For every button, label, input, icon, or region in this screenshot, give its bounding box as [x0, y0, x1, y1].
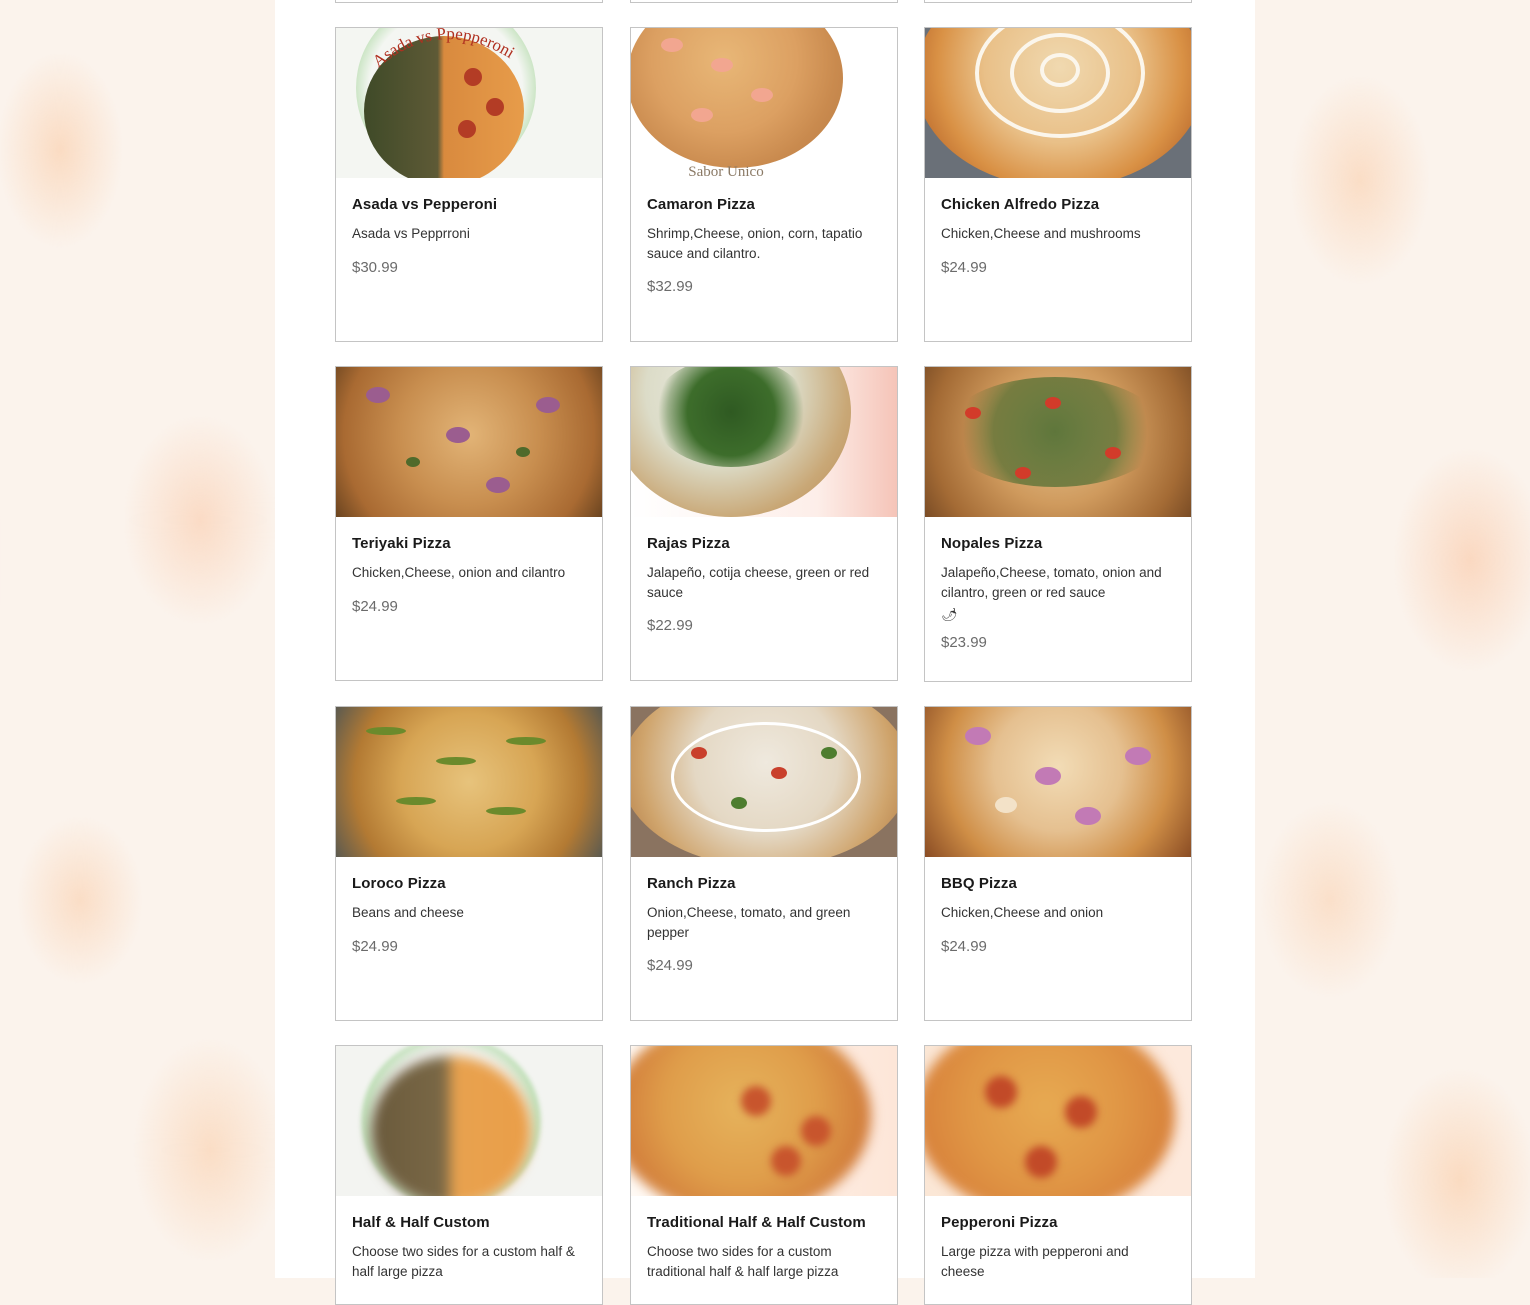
chili-pepper-icon: 🌶: [941, 607, 958, 622]
menu-item-card[interactable]: Teriyaki Pizza Chicken,Cheese, onion and…: [335, 366, 603, 681]
menu-item-image: [631, 1046, 897, 1196]
menu-item-card[interactable]: Loroco Pizza Beans and cheese $24.99: [335, 706, 603, 1021]
menu-item-image: [925, 1046, 1191, 1196]
menu-item-title: Traditional Half & Half Custom: [647, 1214, 866, 1231]
menu-item-price: $24.99: [941, 258, 987, 276]
menu-item-card[interactable]: BBQ Pizza Chicken,Cheese and onion $24.9…: [924, 706, 1192, 1021]
menu-item-description: Choose two sides for a custom traditiona…: [647, 1244, 839, 1279]
menu-item-price: $24.99: [941, 937, 987, 955]
menu-item-price: $24.99: [352, 597, 398, 615]
menu-item-title: Ranch Pizza: [647, 875, 736, 892]
menu-item-title: BBQ Pizza: [941, 875, 1017, 892]
menu-item-price: $32.99: [647, 278, 693, 295]
menu-item-card[interactable]: Pepperoni Pizza Large pizza with peppero…: [924, 1045, 1192, 1305]
image-caption-text: Sabor Unico: [688, 164, 764, 178]
menu-item-price: $23.99: [941, 634, 987, 651]
menu-item-card[interactable]: Chicken Alfredo Pizza Chicken,Cheese and…: [924, 27, 1192, 342]
menu-item-price: $22.99: [647, 617, 693, 634]
menu-item-description: Beans and cheese: [352, 905, 464, 920]
menu-item-title: Pepperoni Pizza: [941, 1214, 1058, 1231]
menu-item-image: [336, 367, 602, 517]
menu-item-card[interactable]: Sabor Unico Camaron Pizza Shrimp,Cheese,…: [630, 27, 898, 342]
menu-item-card[interactable]: Nopales Pizza Jalapeño,Cheese, tomato, o…: [924, 366, 1192, 682]
menu-item-image: [631, 707, 897, 857]
menu-item-image: [336, 707, 602, 857]
menu-item-price: $30.99: [352, 258, 398, 276]
menu-item-description: Onion,Cheese, tomato, and green pepper: [647, 905, 851, 940]
menu-item-image: [925, 707, 1191, 857]
menu-item-image: [925, 28, 1191, 178]
menu-item-card[interactable]: Half & Half Custom Choose two sides for …: [335, 1045, 603, 1305]
previous-card-edge: [630, 0, 898, 3]
menu-item-description: Choose two sides for a custom half & hal…: [352, 1244, 575, 1279]
menu-item-title: Rajas Pizza: [647, 535, 730, 552]
menu-item-price: $24.99: [352, 937, 398, 955]
menu-item-card[interactable]: Rajas Pizza Jalapeño, cotija cheese, gre…: [630, 366, 898, 681]
menu-item-description: Chicken,Cheese, onion and cilantro: [352, 565, 566, 580]
menu-item-image: Sabor Unico: [631, 28, 897, 178]
menu-item-title: Asada vs Pepperoni: [352, 196, 498, 213]
menu-item-title: Nopales Pizza: [941, 535, 1043, 552]
menu-item-description: Chicken,Cheese and onion: [941, 905, 1104, 920]
menu-item-card[interactable]: Traditional Half & Half Custom Choose tw…: [630, 1045, 898, 1305]
previous-card-edge: [335, 0, 603, 3]
menu-item-image: [336, 1046, 602, 1196]
menu-item-description: Chicken,Cheese and mushrooms: [941, 226, 1141, 241]
menu-item-image: [631, 367, 897, 517]
menu-item-description: Jalapeño, cotija cheese, green or red sa…: [647, 565, 870, 600]
menu-item-description: Jalapeño,Cheese, tomato, onion and cilan…: [941, 565, 1162, 600]
menu-item-image: Asada vs Ppepperoni: [336, 28, 602, 178]
menu-item-price: $24.99: [647, 957, 693, 974]
menu-item-description: Shrimp,Cheese, onion, corn, tapatio sauc…: [647, 226, 863, 261]
menu-item-title: Loroco Pizza: [352, 875, 446, 892]
previous-card-edge: [924, 0, 1192, 3]
svg-text:Asada vs Ppepperoni: Asada vs Ppepperoni: [369, 28, 518, 71]
menu-item-card[interactable]: Ranch Pizza Onion,Cheese, tomato, and gr…: [630, 706, 898, 1021]
menu-item-title: Teriyaki Pizza: [352, 535, 451, 552]
menu-item-description: Large pizza with pepperoni and cheese: [941, 1244, 1129, 1279]
menu-item-description: Asada vs Pepprroni: [352, 226, 470, 241]
menu-item-title: Chicken Alfredo Pizza: [941, 196, 1100, 213]
menu-item-title: Half & Half Custom: [352, 1214, 490, 1231]
menu-item-title: Camaron Pizza: [647, 196, 755, 213]
image-caption-text: Asada vs Ppepperoni: [369, 28, 518, 71]
menu-item-image: [925, 367, 1191, 517]
menu-item-card[interactable]: Asada vs Ppepperoni Asada vs Pepperoni A…: [335, 27, 603, 342]
